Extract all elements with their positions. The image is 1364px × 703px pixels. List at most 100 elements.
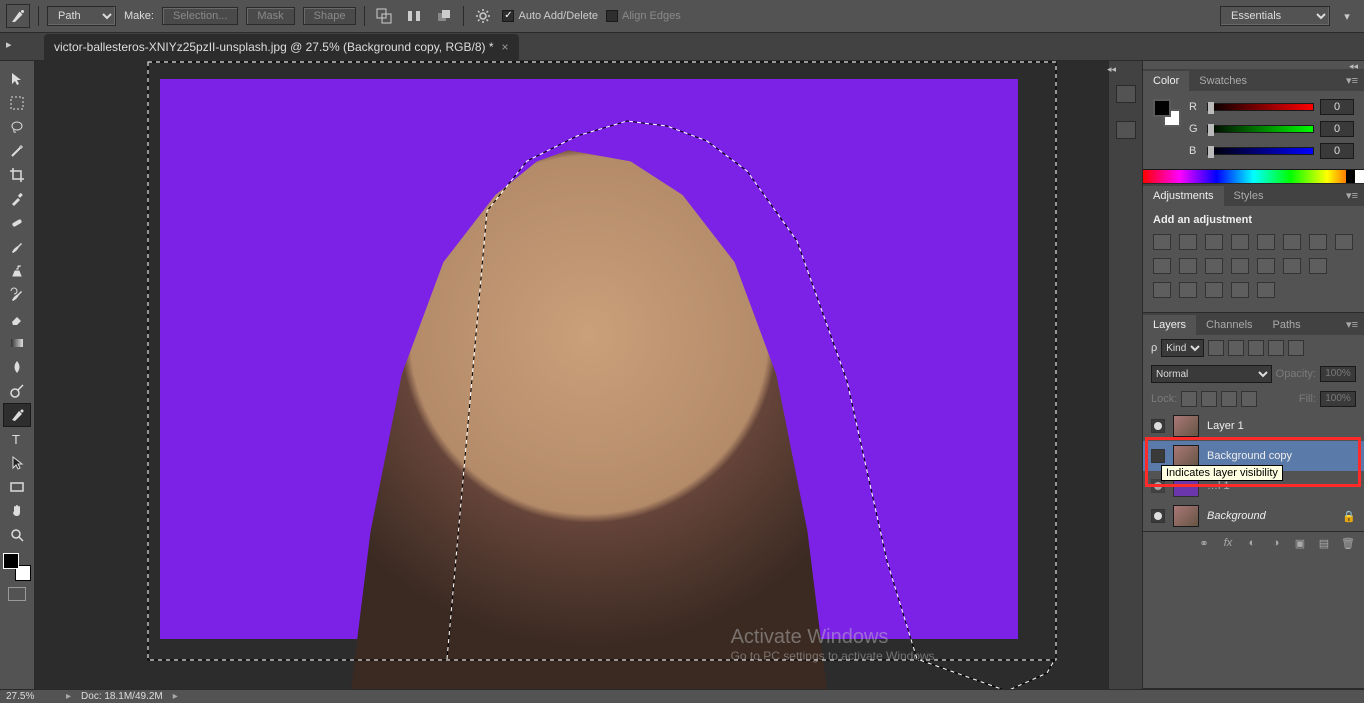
layer-row[interactable]: Background 🔒 xyxy=(1143,501,1364,531)
adj-channelmixer-icon[interactable] xyxy=(1179,258,1197,274)
layer-name[interactable]: Layer 1 xyxy=(1207,420,1244,432)
tool-path-select[interactable] xyxy=(3,451,31,475)
tab-styles[interactable]: Styles xyxy=(1224,186,1274,206)
path-op-combine-icon[interactable] xyxy=(373,5,395,27)
tool-pen[interactable] xyxy=(3,403,31,427)
adj-icon[interactable] xyxy=(1179,282,1197,298)
tool-lasso[interactable] xyxy=(3,115,31,139)
layer-visibility-toggle[interactable] xyxy=(1151,449,1165,463)
adj-levels-icon[interactable] xyxy=(1179,234,1197,250)
adj-hue-icon[interactable] xyxy=(1283,234,1301,250)
quick-mask-toggle[interactable] xyxy=(8,587,26,601)
layer-thumbnail[interactable] xyxy=(1173,445,1199,467)
fx-icon[interactable]: fx xyxy=(1220,536,1236,550)
adj-icon[interactable] xyxy=(1205,282,1223,298)
value-green[interactable]: 0 xyxy=(1320,121,1354,137)
panel-menu-icon[interactable]: ▾≡ xyxy=(1340,185,1364,206)
layer-thumbnail[interactable] xyxy=(1173,415,1199,437)
tool-move[interactable] xyxy=(3,67,31,91)
slider-red[interactable] xyxy=(1207,103,1314,111)
layer-visibility-toggle[interactable] xyxy=(1151,509,1165,523)
workspace-menu-icon[interactable]: ▾ xyxy=(1336,5,1358,27)
tools-expander-icon[interactable]: ▸ xyxy=(6,38,12,51)
layer-name[interactable]: Background copy xyxy=(1207,450,1292,462)
tool-brush[interactable] xyxy=(3,235,31,259)
tool-gradient[interactable] xyxy=(3,331,31,355)
document-tab[interactable]: victor-ballesteros-XNIYz25pzII-unsplash.… xyxy=(44,34,519,60)
adj-colorlookup-icon[interactable] xyxy=(1205,258,1223,274)
tool-type[interactable]: T xyxy=(3,427,31,451)
layer-visibility-toggle[interactable] xyxy=(1151,419,1165,433)
adj-gradientmap-icon[interactable] xyxy=(1309,258,1327,274)
layer-thumbnail[interactable] xyxy=(1173,505,1199,527)
tool-eyedropper[interactable] xyxy=(3,187,31,211)
pen-mode-select[interactable]: Path xyxy=(47,6,116,26)
layer-fill-value[interactable]: 100% xyxy=(1320,391,1356,407)
make-mask-button[interactable]: Mask xyxy=(246,7,294,25)
tab-paths[interactable]: Paths xyxy=(1263,315,1311,335)
tool-hand[interactable] xyxy=(3,499,31,523)
filter-shape-icon[interactable] xyxy=(1268,340,1284,356)
properties-panel-icon[interactable] xyxy=(1116,121,1136,139)
lock-all-icon[interactable] xyxy=(1241,391,1257,407)
layer-name[interactable]: Background xyxy=(1207,510,1266,522)
tool-healing-brush[interactable] xyxy=(3,211,31,235)
lock-pixels-icon[interactable] xyxy=(1201,391,1217,407)
gear-icon[interactable] xyxy=(472,5,494,27)
tool-rect-marquee[interactable] xyxy=(3,91,31,115)
tool-blur[interactable] xyxy=(3,355,31,379)
close-icon[interactable]: × xyxy=(502,40,509,54)
adj-curves-icon[interactable] xyxy=(1205,234,1223,250)
status-menu-icon[interactable]: ▸ xyxy=(173,691,178,702)
new-layer-icon[interactable]: ▤ xyxy=(1316,536,1332,550)
path-align-icon[interactable] xyxy=(403,5,425,27)
foreground-background-swatch[interactable] xyxy=(3,553,31,581)
tool-dodge[interactable] xyxy=(3,379,31,403)
adj-brightness-icon[interactable] xyxy=(1153,234,1171,250)
adj-icon[interactable] xyxy=(1257,282,1275,298)
tool-history-brush[interactable] xyxy=(3,283,31,307)
layer-filter-kind[interactable]: Kind xyxy=(1161,339,1204,357)
lock-position-icon[interactable] xyxy=(1221,391,1237,407)
adj-icon[interactable] xyxy=(1231,282,1249,298)
history-panel-icon[interactable] xyxy=(1116,85,1136,103)
filter-adjust-icon[interactable] xyxy=(1228,340,1244,356)
workspace-select[interactable]: Essentials xyxy=(1220,6,1330,26)
trash-icon[interactable]: 🗑 xyxy=(1340,536,1356,550)
panel-menu-icon[interactable]: ▾≡ xyxy=(1340,70,1364,91)
align-edges-checkbox[interactable]: Align Edges xyxy=(606,10,681,22)
adj-posterize-icon[interactable] xyxy=(1257,258,1275,274)
tool-zoom[interactable] xyxy=(3,523,31,547)
tool-rectangle[interactable] xyxy=(3,475,31,499)
tool-preset-picker[interactable] xyxy=(6,4,30,28)
value-blue[interactable]: 0 xyxy=(1320,143,1354,159)
tab-adjustments[interactable]: Adjustments xyxy=(1143,186,1224,206)
adj-bw-icon[interactable] xyxy=(1335,234,1353,250)
link-layers-icon[interactable]: ⚭ xyxy=(1196,536,1212,550)
tab-color[interactable]: Color xyxy=(1143,71,1189,91)
filter-type-icon[interactable] xyxy=(1248,340,1264,356)
group-icon[interactable]: ▣ xyxy=(1292,536,1308,550)
tab-layers[interactable]: Layers xyxy=(1143,315,1196,335)
lock-transparency-icon[interactable] xyxy=(1181,391,1197,407)
filter-pixel-icon[interactable] xyxy=(1208,340,1224,356)
layer-opacity-value[interactable]: 100% xyxy=(1320,366,1356,382)
tab-swatches[interactable]: Swatches xyxy=(1189,71,1257,91)
tab-channels[interactable]: Channels xyxy=(1196,315,1262,335)
color-fg-bg-swatch[interactable] xyxy=(1153,99,1181,127)
layer-blend-select[interactable]: Normal xyxy=(1151,365,1272,383)
adjustment-layer-icon[interactable]: ◑ xyxy=(1268,536,1284,550)
zoom-level[interactable]: 27.5% xyxy=(6,691,56,702)
layer-mask-icon[interactable]: ◐ xyxy=(1244,536,1260,550)
make-selection-button[interactable]: Selection... xyxy=(162,7,238,25)
adj-photofilter-icon[interactable] xyxy=(1153,258,1171,274)
layer-name[interactable]: …l 1 xyxy=(1207,480,1230,492)
layer-row[interactable]: Layer 1 xyxy=(1143,411,1364,441)
color-spectrum[interactable] xyxy=(1143,169,1364,183)
tool-magic-wand[interactable] xyxy=(3,139,31,163)
slider-blue[interactable] xyxy=(1207,147,1314,155)
adj-vibrance-icon[interactable] xyxy=(1257,234,1275,250)
canvas-area[interactable]: Activate Windows Go to PC settings to ac… xyxy=(35,61,1108,689)
panel-menu-icon[interactable]: ▾≡ xyxy=(1340,314,1364,335)
value-red[interactable]: 0 xyxy=(1320,99,1354,115)
